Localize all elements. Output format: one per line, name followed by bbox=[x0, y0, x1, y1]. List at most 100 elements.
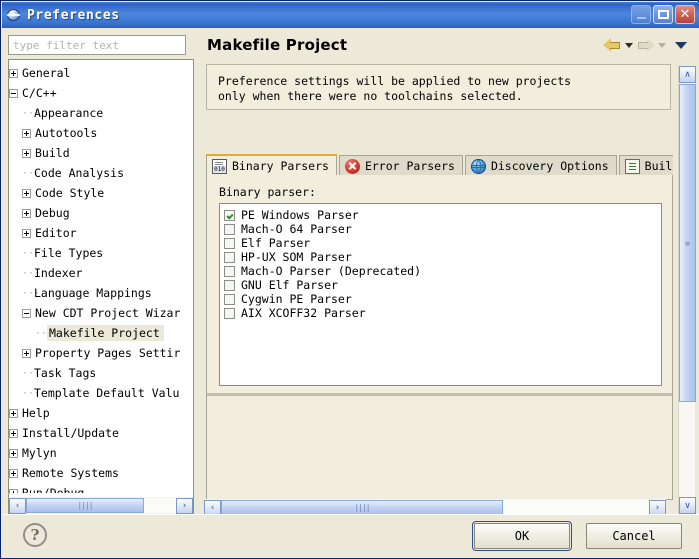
sidebar-scroll-right-button[interactable]: › bbox=[176, 497, 193, 514]
parser-row[interactable]: Mach-O Parser (Deprecated) bbox=[224, 264, 661, 278]
tree-item-run-debug[interactable]: Run/Debug bbox=[9, 483, 193, 493]
sidebar-scroll-track[interactable] bbox=[144, 498, 176, 513]
filter-input[interactable]: type filter text bbox=[8, 35, 186, 55]
page-hscroll-thumb[interactable]: |||| bbox=[221, 500, 503, 515]
tree-item-label: Autotools bbox=[35, 126, 98, 140]
parser-row[interactable]: Mach-O 64 Parser bbox=[224, 222, 661, 236]
collapse-icon[interactable] bbox=[22, 308, 31, 318]
sidebar-hscrollbar[interactable]: ‹ |||| › bbox=[9, 497, 193, 514]
checkbox-icon[interactable] bbox=[224, 237, 235, 249]
tree-item-remote-systems[interactable]: Remote Systems bbox=[9, 463, 193, 483]
expand-icon[interactable] bbox=[22, 348, 31, 358]
minimize-button[interactable] bbox=[631, 5, 651, 24]
tree-item-install-update[interactable]: Install/Update bbox=[9, 423, 193, 443]
page-scroll-down-button[interactable]: ∨ bbox=[679, 497, 696, 514]
binary-010-icon bbox=[212, 158, 227, 174]
help-icon[interactable]: ? bbox=[23, 523, 47, 547]
view-menu-icon[interactable] bbox=[675, 42, 687, 49]
title-bar[interactable]: Preferences ✕ bbox=[2, 2, 699, 28]
info-message-line1: Preference settings will be applied to n… bbox=[218, 74, 572, 88]
tree-item-template-default-valu[interactable]: ··· Template Default Valu bbox=[9, 383, 193, 403]
tree-item-code-analysis[interactable]: ··· Code Analysis bbox=[9, 163, 193, 183]
tree-item-task-tags[interactable]: ··· Task Tags bbox=[9, 363, 193, 383]
tree-item-label: Mylyn bbox=[22, 446, 57, 460]
tree-item-mylyn[interactable]: Mylyn bbox=[9, 443, 193, 463]
cancel-button[interactable]: Cancel bbox=[586, 523, 682, 549]
tree-item-code-style[interactable]: Code Style bbox=[9, 183, 193, 203]
expand-icon[interactable] bbox=[22, 228, 31, 238]
tree-item-property-pages-settir[interactable]: Property Pages Settir bbox=[9, 343, 193, 363]
tree-leaf-connector: ··· bbox=[22, 167, 41, 179]
parser-row[interactable]: HP-UX SOM Parser bbox=[224, 250, 661, 264]
tree-item-help[interactable]: Help bbox=[9, 403, 193, 423]
binary-parser-list[interactable]: PE Windows Parser Mach-O 64 Parser Elf Par… bbox=[219, 203, 662, 386]
parser-row[interactable]: Elf Parser bbox=[224, 236, 661, 250]
page-hscroll-track[interactable] bbox=[503, 500, 649, 515]
checkbox-icon[interactable] bbox=[224, 209, 235, 221]
tree-item-label: Help bbox=[22, 406, 50, 420]
tree-item-appearance[interactable]: ··· Appearance bbox=[9, 103, 193, 123]
page-scroll-thumb[interactable]: ≡ bbox=[679, 84, 696, 402]
expand-icon[interactable] bbox=[22, 188, 31, 198]
tree-item-c-c[interactable]: C/C++ bbox=[9, 83, 193, 103]
tree-item-indexer[interactable]: ··· Indexer bbox=[9, 263, 193, 283]
parser-row[interactable]: PE Windows Parser bbox=[224, 208, 661, 222]
page-title: Makefile Project bbox=[207, 36, 348, 54]
tree-item-build[interactable]: Build bbox=[9, 143, 193, 163]
expand-icon[interactable] bbox=[22, 128, 31, 138]
preference-page: Makefile Project Preference settings wil… bbox=[198, 28, 699, 518]
parser-row[interactable]: GNU Elf Parser bbox=[224, 278, 661, 292]
expand-icon[interactable] bbox=[9, 468, 18, 478]
preferences-tree[interactable]: General C/C++ ··· Appearance Autotools Build ·… bbox=[8, 59, 194, 515]
expand-icon[interactable] bbox=[22, 208, 31, 218]
tree-item-new-cdt-project-wizar[interactable]: New CDT Project Wizar bbox=[9, 303, 193, 323]
expand-icon[interactable] bbox=[9, 448, 18, 458]
expand-icon[interactable] bbox=[9, 408, 18, 418]
checkbox-icon[interactable] bbox=[224, 265, 235, 277]
page-scroll-up-button[interactable]: ∧ bbox=[679, 66, 696, 83]
tab-error-parsers[interactable]: Error Parsers bbox=[338, 155, 463, 176]
tree-item-editor[interactable]: Editor bbox=[9, 223, 193, 243]
back-arrow-icon[interactable] bbox=[603, 38, 622, 53]
tab-builder-sett[interactable]: Builder Sett bbox=[618, 155, 673, 176]
parser-row[interactable]: Cygwin PE Parser bbox=[224, 292, 661, 306]
tree-item-file-types[interactable]: ··· File Types bbox=[9, 243, 193, 263]
tab-panel-binary-parsers: Binary parser: PE Windows Parser Mach-O 6… bbox=[206, 175, 673, 500]
ok-button[interactable]: OK bbox=[472, 521, 572, 551]
tree-item-label: Debug bbox=[35, 206, 70, 220]
tab-discovery-options[interactable]: Discovery Options bbox=[464, 155, 617, 176]
checkbox-icon[interactable] bbox=[224, 279, 235, 291]
sidebar-scroll-thumb[interactable]: |||| bbox=[26, 498, 144, 513]
tree-item-label: Property Pages Settir bbox=[35, 346, 181, 360]
tree-item-label: File Types bbox=[34, 246, 104, 260]
tree-item-label: Appearance bbox=[34, 106, 104, 120]
tree-item-autotools[interactable]: Autotools bbox=[9, 123, 193, 143]
tree-item-language-mappings[interactable]: ··· Language Mappings bbox=[9, 283, 193, 303]
tab-binary-parsers[interactable]: Binary Parsers bbox=[206, 154, 337, 176]
tree-item-makefile-project[interactable]: ··· Makefile Project bbox=[9, 323, 193, 343]
page-vscrollbar[interactable]: ∧ ≡ ∨ bbox=[678, 66, 696, 514]
tree-item-general[interactable]: General bbox=[9, 63, 193, 83]
tree-item-debug[interactable]: Debug bbox=[9, 203, 193, 223]
expand-icon[interactable] bbox=[22, 148, 31, 158]
parser-label: Mach-O 64 Parser bbox=[241, 222, 352, 236]
tree-item-label: Template Default Valu bbox=[34, 386, 180, 400]
checkbox-icon[interactable] bbox=[224, 223, 235, 235]
tree-item-label: Run/Debug bbox=[22, 486, 85, 493]
checkbox-icon[interactable] bbox=[224, 251, 235, 263]
checkbox-icon[interactable] bbox=[224, 307, 235, 319]
back-dropdown-icon[interactable] bbox=[625, 43, 633, 48]
sidebar-scroll-left-button[interactable]: ‹ bbox=[9, 497, 26, 514]
parser-label: Elf Parser bbox=[241, 236, 311, 250]
maximize-button[interactable] bbox=[653, 5, 673, 24]
tab-label: Builder Sett bbox=[644, 159, 673, 173]
checkbox-icon[interactable] bbox=[224, 293, 235, 305]
globe-icon bbox=[470, 158, 486, 174]
close-button[interactable]: ✕ bbox=[675, 5, 695, 24]
expand-icon[interactable] bbox=[9, 488, 18, 493]
tree-leaf-connector: ··· bbox=[22, 367, 41, 379]
expand-icon[interactable] bbox=[9, 68, 18, 78]
expand-icon[interactable] bbox=[9, 428, 18, 438]
collapse-icon[interactable] bbox=[9, 88, 18, 98]
parser-row[interactable]: AIX XCOFF32 Parser bbox=[224, 306, 661, 320]
